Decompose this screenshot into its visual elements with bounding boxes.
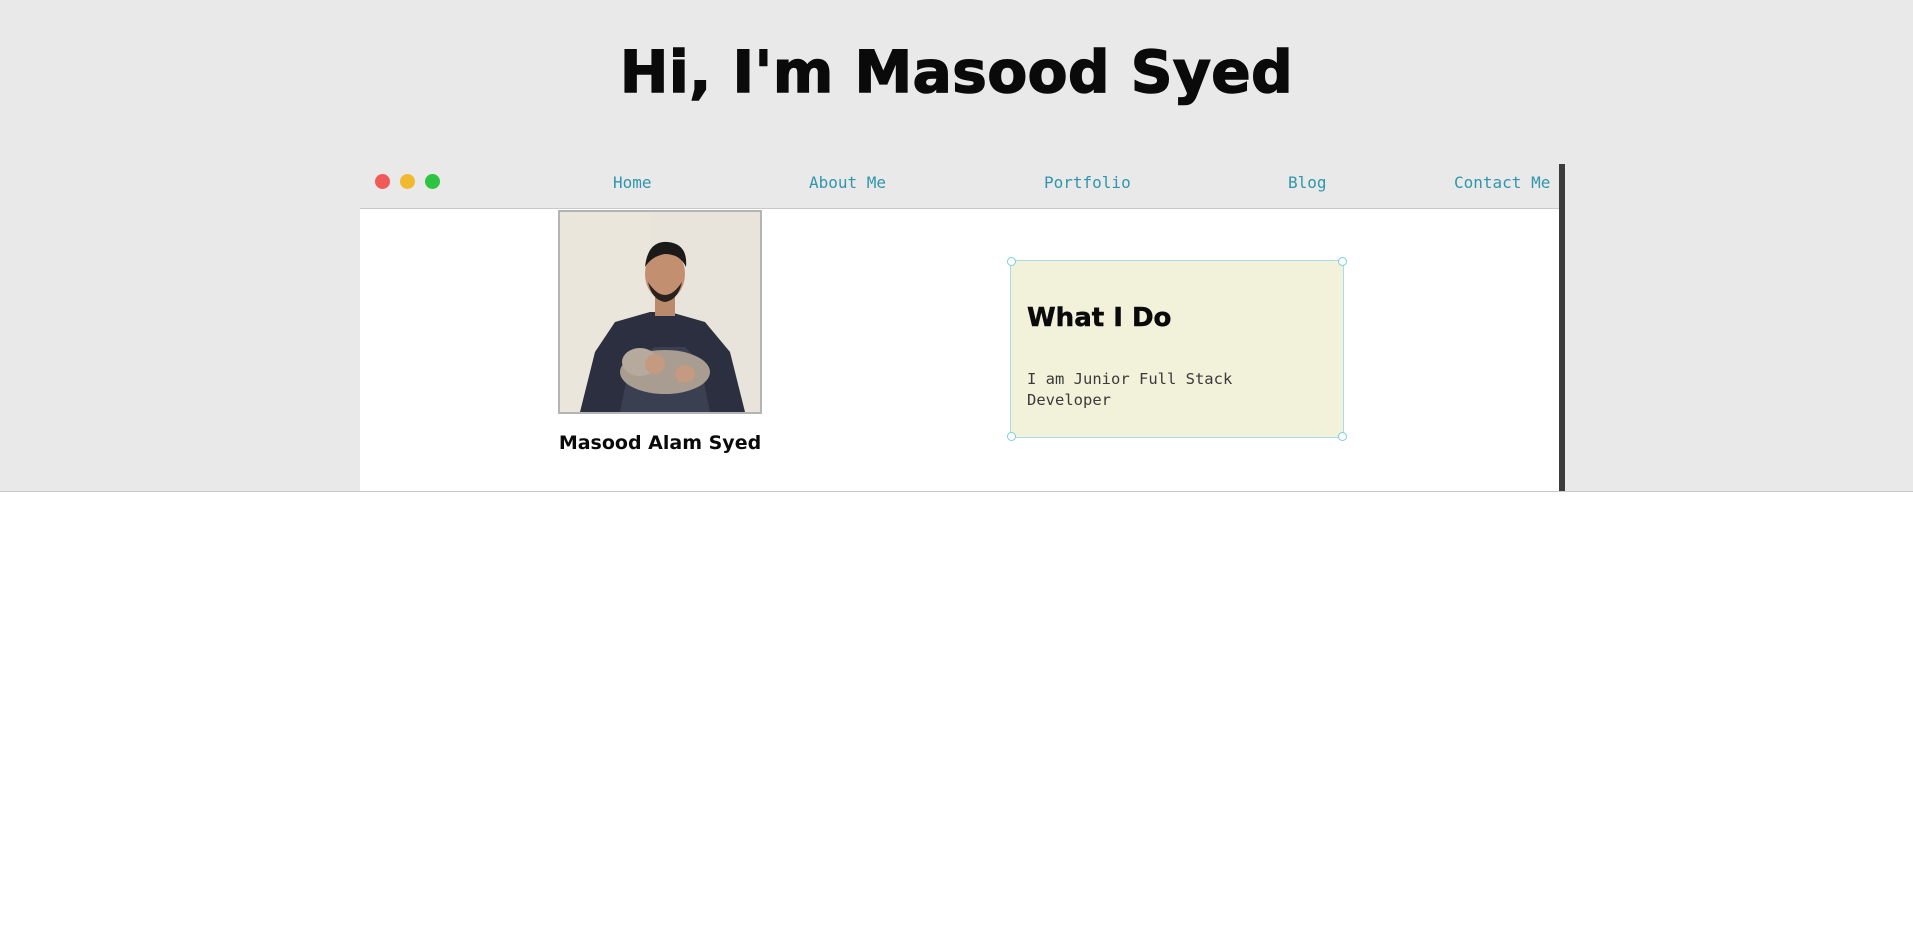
browser-window: Home About Me Portfolio Blog Contact Me	[360, 158, 1565, 491]
minimize-dot-icon[interactable]	[400, 174, 415, 189]
resize-handle-top-right[interactable]	[1338, 257, 1347, 266]
nav-portfolio[interactable]: Portfolio	[1044, 173, 1131, 192]
window-scrollbar[interactable]	[1559, 164, 1565, 491]
maximize-dot-icon[interactable]	[425, 174, 440, 189]
nav-home[interactable]: Home	[613, 173, 652, 192]
window-title-bar: Home About Me Portfolio Blog Contact Me	[360, 158, 1560, 209]
card-text: I am Junior Full Stack Developer	[1027, 370, 1233, 409]
profile-photo-icon	[560, 212, 760, 412]
hero-section: Hi, I'm Masood Syed Home About Me Portfo…	[0, 0, 1913, 492]
nav-blog[interactable]: Blog	[1288, 173, 1327, 192]
profile-photo	[558, 210, 762, 414]
resize-handle-bottom-left[interactable]	[1007, 432, 1016, 441]
resize-handle-bottom-right[interactable]	[1338, 432, 1347, 441]
profile-name: Masood Alam Syed	[558, 432, 762, 454]
what-i-do-card[interactable]: What I Do I am Junior Full Stack Develop…	[1007, 257, 1347, 441]
nav-about-me[interactable]: About Me	[809, 173, 886, 192]
nav-contact-me[interactable]: Contact Me	[1454, 173, 1550, 192]
card-title: What I Do	[1027, 303, 1172, 334]
resize-handle-top-left[interactable]	[1007, 257, 1016, 266]
close-dot-icon[interactable]	[375, 174, 390, 189]
hero-title: Hi, I'm Masood Syed	[619, 37, 1294, 107]
